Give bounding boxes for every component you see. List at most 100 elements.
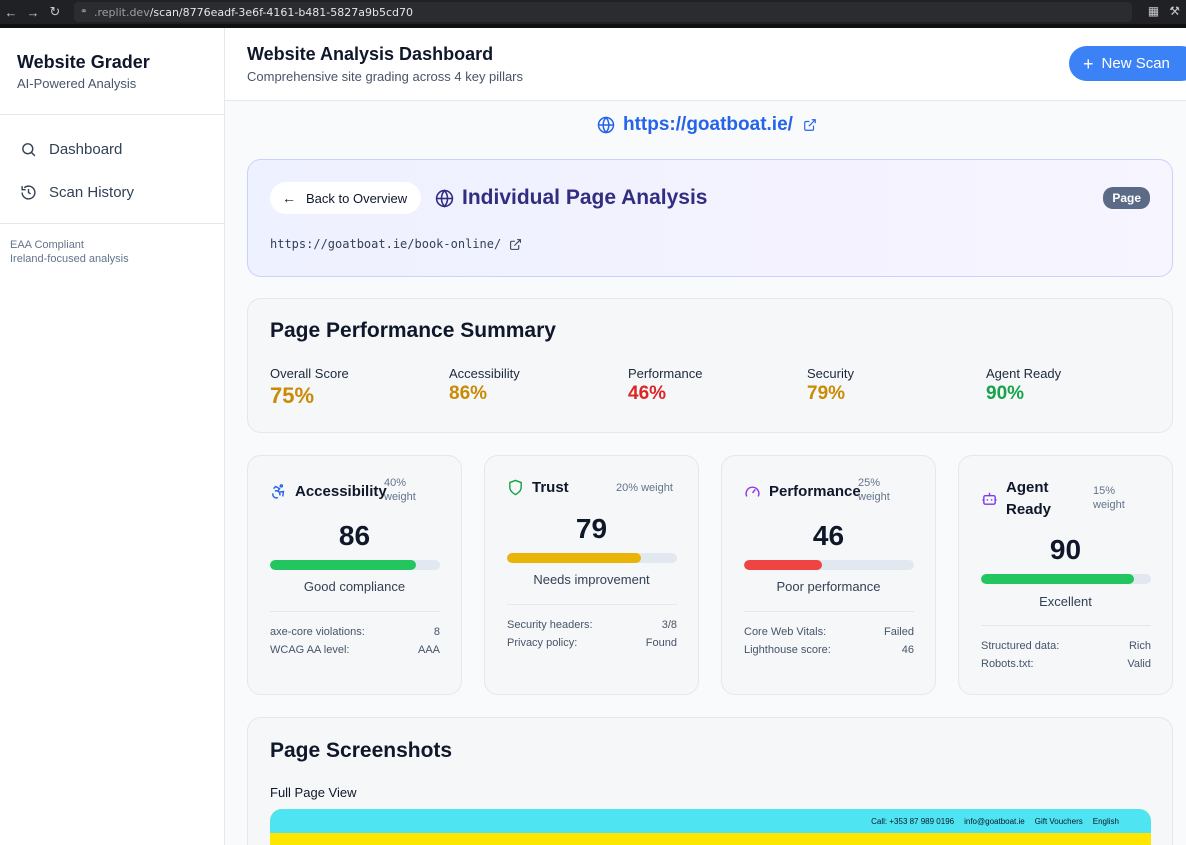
summary-title: Page Performance Summary xyxy=(270,319,556,342)
pillar-detail-row: WCAG AA level: AAA xyxy=(270,644,440,656)
pillar-status: Good compliance xyxy=(303,579,406,594)
metric-accessibility: Accessibility 86% xyxy=(449,366,520,405)
pillar-header: Accessibility xyxy=(270,483,387,500)
pillar-card-performance: Performance 25% weight 46 Poor performan… xyxy=(721,455,936,695)
search-icon xyxy=(22,143,36,157)
plus-icon: + xyxy=(1083,53,1094,74)
preview-vouchers: Gift Vouchers xyxy=(1034,816,1083,826)
sidebar-nav: Dashboard Scan History xyxy=(0,115,224,224)
site-url-text: https://goatboat.ie/ xyxy=(623,114,793,135)
wrench-icon[interactable]: ⚒ xyxy=(1169,4,1180,18)
pillar-card-trust: Trust 20% weight 79 Needs improvement Se… xyxy=(484,455,699,695)
pillar-card-accessibility: Accessibility 40% weight 86 Good complia… xyxy=(247,455,462,695)
pillar-status: Needs improvement xyxy=(533,572,650,587)
address-bar[interactable]: ⚭ .replit.dev /scan/8776eadf-3e6f-4161-b… xyxy=(74,2,1132,22)
sidebar-item-dashboard[interactable]: Dashboard xyxy=(0,128,224,171)
back-arrow-icon[interactable]: ← xyxy=(0,0,22,24)
detail-label: Privacy policy: xyxy=(507,637,578,649)
page-badge: Page xyxy=(1103,187,1150,209)
gauge-icon xyxy=(745,486,760,497)
metric-label: Performance xyxy=(628,366,703,381)
pillar-name-line: Agent xyxy=(1006,479,1049,496)
sidebar-item-scan-history[interactable]: Scan History xyxy=(0,171,224,214)
back-to-overview-button[interactable]: ← Back to Overview xyxy=(270,182,422,214)
pillar-detail-row: Lighthouse score: 46 xyxy=(744,644,914,656)
sidebar-item-label: Dashboard xyxy=(49,141,123,158)
new-scan-label: New Scan xyxy=(1101,55,1170,72)
pillar-header: Performance xyxy=(744,483,861,500)
url-path: /scan/8776eadf-3e6f-4161-b481-5827a9b5cd… xyxy=(149,5,414,19)
pillar-weight: 20% weight xyxy=(616,482,673,494)
compliance-note: EAA Compliant xyxy=(10,239,84,251)
robot-icon xyxy=(982,492,997,505)
weight-word: weight xyxy=(858,491,890,503)
screenshot-topbar: Call: +353 87 989 0196 info@goatboat.ie … xyxy=(270,809,1151,833)
weight-value: 25% xyxy=(858,477,881,489)
arrow-left-icon: ← xyxy=(282,190,296,206)
detail-value: 46 xyxy=(901,644,914,656)
pillar-name: Accessibility xyxy=(295,483,387,500)
detail-value: Valid xyxy=(1127,658,1151,670)
pillar-detail-row: Core Web Vitals: Failed xyxy=(744,626,914,638)
pillar-weight: 40% weight xyxy=(384,476,416,504)
metric-overall-score: Overall Score 75% xyxy=(270,366,349,409)
detail-label: Lighthouse score: xyxy=(744,644,831,656)
pillar-name: Trust xyxy=(532,479,569,496)
globe-icon xyxy=(435,188,454,208)
detail-value: Rich xyxy=(1128,640,1151,652)
devices-icon[interactable]: ▦ xyxy=(1148,4,1159,18)
metric-value: 90% xyxy=(986,383,1025,404)
individual-page-title-text: Individual Page Analysis xyxy=(462,186,708,209)
weight-word: weight xyxy=(384,491,416,503)
detail-label: WCAG AA level: xyxy=(270,644,350,656)
page-url-link[interactable]: https://goatboat.ie/book-online/ xyxy=(270,237,522,251)
weight-value: 40% xyxy=(384,477,407,489)
page-subtitle: Comprehensive site grading across 4 key … xyxy=(247,69,524,84)
pillar-divider xyxy=(744,611,914,612)
brand: Website Grader AI-Powered Analysis xyxy=(0,28,224,115)
metric-label: Agent Ready xyxy=(986,366,1062,381)
detail-label: Robots.txt: xyxy=(981,658,1034,670)
screenshots-subtitle: Full Page View xyxy=(270,785,357,800)
pillar-weight: 25% weight xyxy=(858,476,890,504)
pillar-divider xyxy=(981,625,1151,626)
detail-value: AAA xyxy=(417,644,440,656)
site-url-link[interactable]: https://goatboat.ie/ xyxy=(597,114,817,136)
pillar-progress-fill xyxy=(270,560,417,570)
pillar-score: 90 xyxy=(1049,534,1082,565)
pillar-progress-bar xyxy=(981,574,1151,584)
metric-security: Security 79% xyxy=(807,366,854,405)
pillar-name: Agent Ready xyxy=(1006,477,1051,521)
pillar-card-agent-ready: Agent Ready 15% weight 90 Excellent Stru… xyxy=(958,455,1173,695)
metric-performance: Performance 46% xyxy=(628,366,702,405)
detail-label: Security headers: xyxy=(507,619,593,631)
brand-title: Website Grader xyxy=(17,52,150,72)
forward-arrow-icon[interactable]: → xyxy=(22,0,44,24)
metric-value: 75% xyxy=(270,383,315,408)
detail-value: 8 xyxy=(433,626,440,638)
metric-label: Security xyxy=(807,366,854,381)
pillar-detail-row: Structured data: Rich xyxy=(981,640,1151,652)
sidebar-item-label: Scan History xyxy=(49,184,135,201)
pillar-score: 46 xyxy=(812,520,845,551)
full-page-screenshot[interactable]: Call: +353 87 989 0196 info@goatboat.ie … xyxy=(270,809,1151,845)
pillar-status: Poor performance xyxy=(776,579,881,594)
weight-word: weight xyxy=(1093,499,1125,511)
accessibility-icon xyxy=(272,484,285,499)
pillar-detail-row: axe-core violations: 8 xyxy=(270,626,440,638)
individual-page-card: ← Back to Overview Individual Page Analy… xyxy=(247,159,1173,277)
history-icon xyxy=(21,185,36,200)
new-scan-button[interactable]: + New Scan xyxy=(1069,46,1186,81)
pillar-divider xyxy=(507,604,677,605)
pillar-progress-bar xyxy=(744,560,914,570)
page-title: Website Analysis Dashboard xyxy=(247,44,494,64)
pillar-header: Agent Ready xyxy=(981,477,1051,521)
pillar-progress-fill xyxy=(981,574,1134,584)
pillar-score: 86 xyxy=(338,520,371,551)
weight-value: 15% xyxy=(1093,485,1116,497)
pillar-divider xyxy=(270,611,440,612)
pillar-progress-bar xyxy=(507,553,677,563)
individual-page-title: Individual Page Analysis xyxy=(435,186,707,210)
link-icon: ⚭ xyxy=(80,7,88,17)
reload-icon[interactable]: ↻ xyxy=(44,0,66,24)
